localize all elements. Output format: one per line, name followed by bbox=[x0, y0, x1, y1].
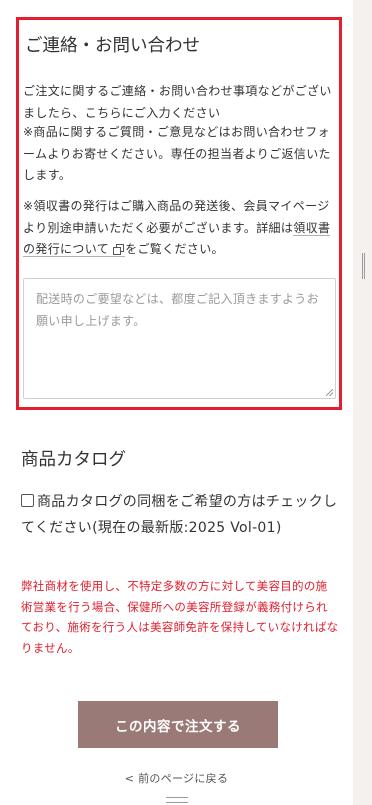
receipt-note-before: ※領収書の発行はご購入商品の発送後、会員マイページより別途申請いただく必要がござ… bbox=[23, 199, 330, 235]
order-form-page: ご連絡・お問い合わせ ご注文に関するご連絡・お問い合わせ事項などがございましたら… bbox=[0, 0, 353, 805]
drag-handle-icon[interactable] bbox=[166, 797, 188, 803]
catalog-checkbox-label[interactable]: 商品カタログの同梱をご希望の方はチェックしてください(現在の最新版:2025 V… bbox=[21, 494, 337, 536]
contact-message-textarea[interactable]: 配送時のご要望などは、都度ご記入頂きますようお願い申し上げます。 bbox=[23, 278, 336, 399]
contact-section: ご連絡・お問い合わせ ご注文に関するご連絡・お問い合わせ事項などがございましたら… bbox=[16, 17, 342, 410]
contact-section-title: ご連絡・お問い合わせ bbox=[25, 36, 200, 56]
panel-resize-icon[interactable] bbox=[362, 253, 365, 279]
receipt-note-after: をご覧ください。 bbox=[125, 242, 224, 256]
legal-notice-text: 弊社商材を使用し、不特定多数の方に対して美容目的の施術営業を行う場合、保健所への… bbox=[21, 579, 339, 655]
catalog-checkbox[interactable] bbox=[21, 494, 34, 507]
external-link-icon bbox=[113, 244, 125, 255]
receipt-note-text: ※領収書の発行はご購入商品の発送後、会員マイページより別途申請いただく必要がござ… bbox=[23, 196, 337, 261]
catalog-opt-in: 商品カタログの同梱をご希望の方はチェックしてください(現在の最新版:2025 V… bbox=[21, 489, 339, 541]
contact-instruction-text: ご注文に関するご連絡・お問い合わせ事項などがございましたら、こちらにご入力くださ… bbox=[23, 84, 332, 120]
inquiry-note-text: ※商品に関するご質問・ご意見などはお問い合わせフォームよりお寄せください。専任の… bbox=[23, 125, 331, 182]
catalog-section-title: 商品カタログ bbox=[21, 450, 126, 470]
resize-handle-icon[interactable] bbox=[326, 389, 333, 396]
side-panel bbox=[353, 0, 372, 805]
back-link[interactable]: < 前のページに戻る bbox=[0, 770, 353, 786]
textarea-placeholder: 配送時のご要望などは、都度ご記入頂きますようお願い申し上げます。 bbox=[36, 292, 319, 328]
submit-order-button[interactable]: この内容で注文する bbox=[78, 701, 278, 748]
